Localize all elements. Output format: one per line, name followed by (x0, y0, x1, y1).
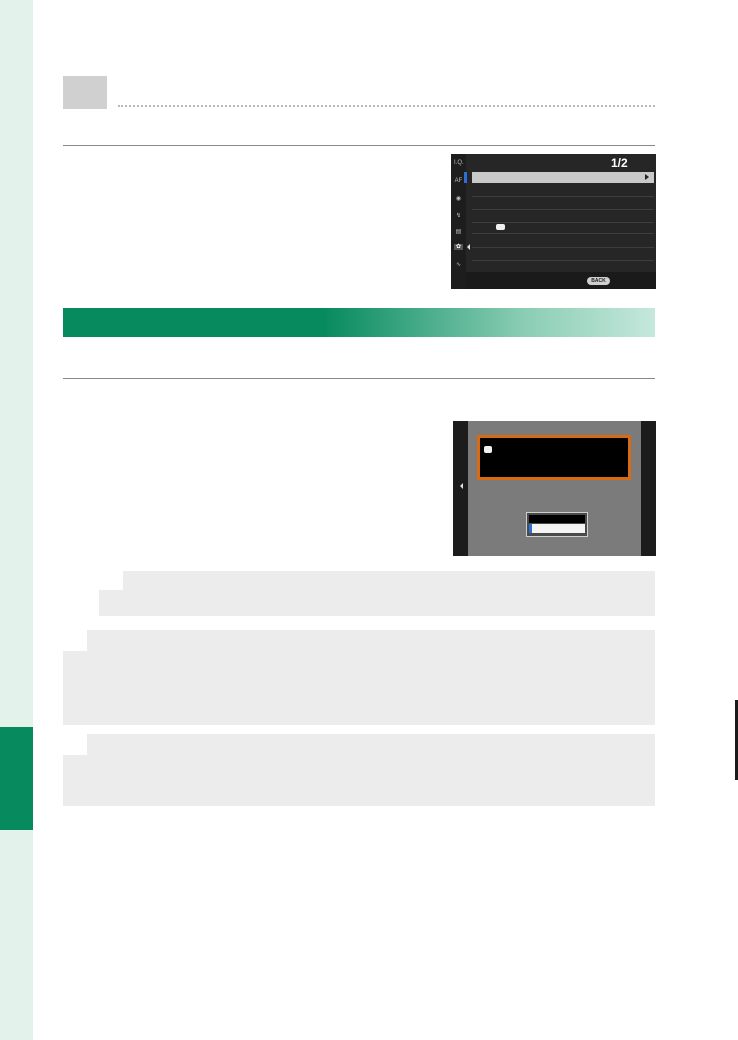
movie-icon: ▤ (455, 229, 462, 235)
option-bottom-selected[interactable] (529, 524, 585, 533)
menu-row[interactable] (472, 249, 654, 261)
af-mf-icon: AF (454, 178, 463, 184)
card-slot-icon (496, 224, 505, 230)
selection-cursor (529, 524, 532, 533)
setup-menu-screenshot: I.Q. AF ◉ ↯ ▤ ✿ ∿ 1/2 BACK (451, 154, 656, 289)
dialog-message-box (477, 435, 631, 480)
note-box (99, 571, 655, 616)
section-divider (63, 378, 655, 379)
chapter-sidebar (0, 0, 33, 1040)
arrow-left-icon (460, 483, 463, 489)
arrow-left-icon (467, 244, 470, 250)
heading-dotted-rule (118, 105, 655, 107)
card-slot-icon (484, 446, 492, 453)
note-icon (99, 571, 123, 590)
chapter-tab (0, 727, 33, 830)
menu-row-selected[interactable] (472, 172, 654, 183)
confirm-dialog-screenshot (453, 421, 656, 556)
note-box (63, 630, 655, 725)
wrench-icon: ✿ (454, 244, 463, 250)
flash-icon: ↯ (455, 213, 462, 219)
option-top[interactable] (529, 515, 585, 523)
page-indicator: 1/2 (611, 156, 628, 170)
chevron-right-icon (645, 174, 649, 180)
menu-row[interactable] (472, 198, 654, 210)
note-box (63, 734, 655, 806)
menu-footer (466, 272, 656, 289)
back-button[interactable]: BACK (587, 277, 610, 285)
section-divider (63, 145, 655, 146)
note-icon (63, 630, 87, 651)
section-heading-bar (63, 308, 655, 337)
menu-row[interactable] (472, 185, 654, 197)
image-quality-icon: I.Q. (454, 160, 464, 166)
camera-icon: ◉ (455, 196, 462, 202)
dialog-options (526, 512, 588, 537)
step-number-box (63, 76, 107, 109)
menu-row[interactable] (472, 236, 654, 248)
network-icon: ∿ (455, 262, 462, 268)
selection-cursor (464, 172, 467, 183)
note-icon (63, 734, 87, 755)
